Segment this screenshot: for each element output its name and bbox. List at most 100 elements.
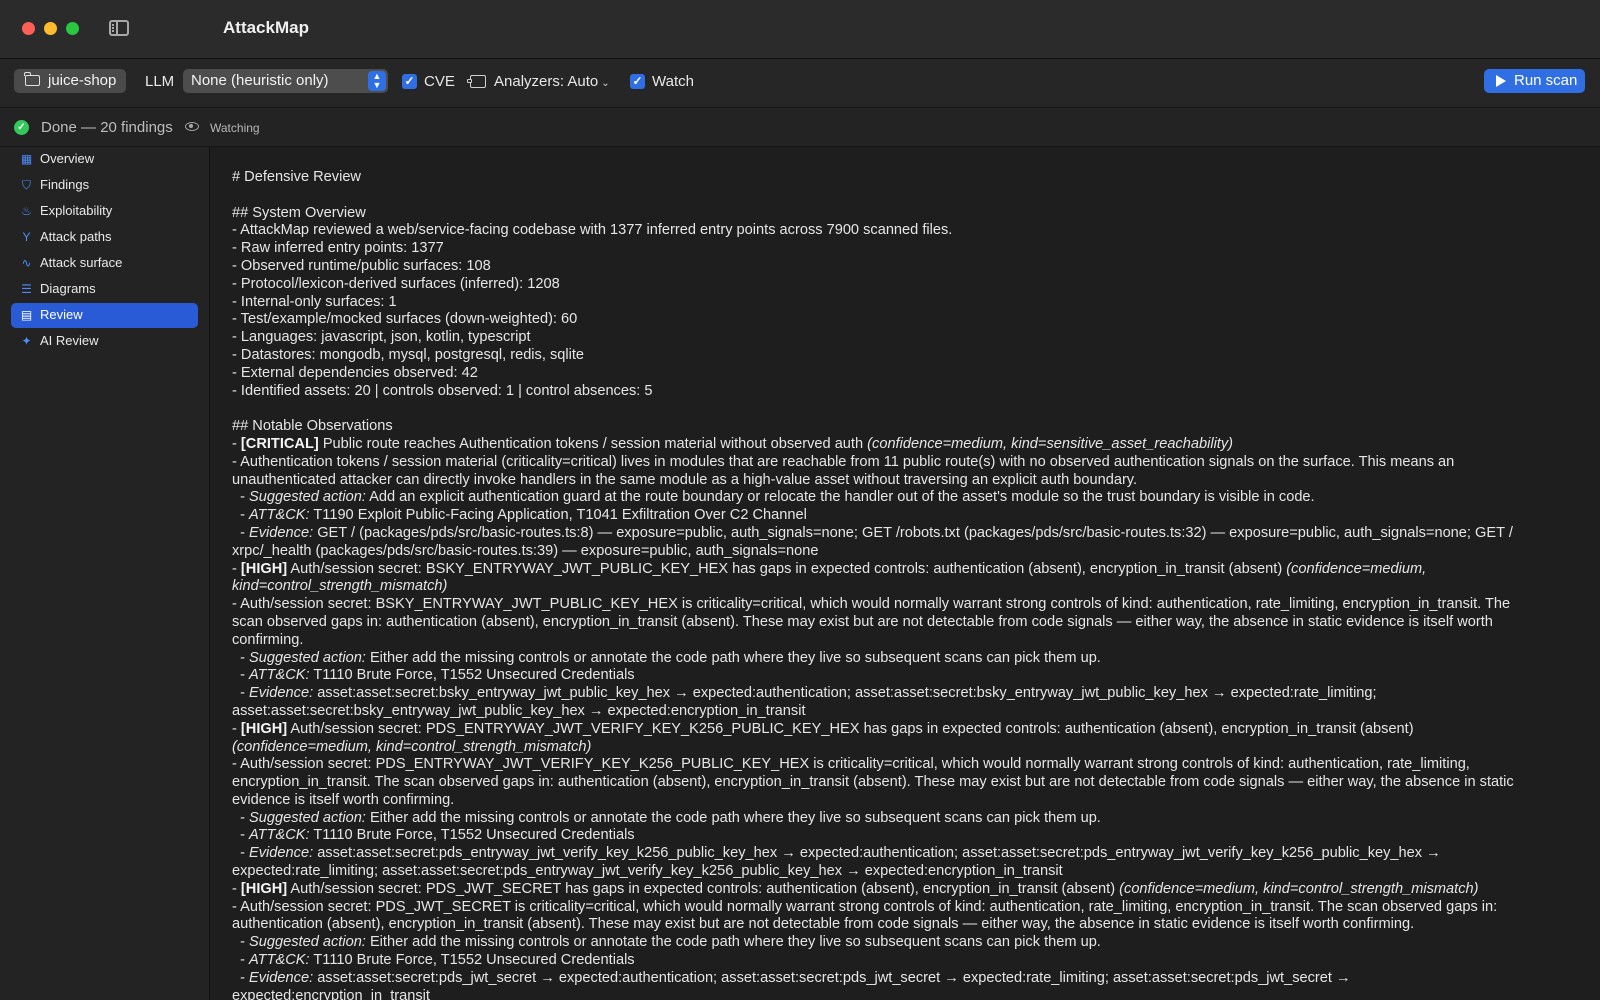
finding-meta: (confidence=medium, <box>1286 560 1427 577</box>
evidence-text: asset:asset:secret:pds_entryway_jwt_veri… <box>317 845 1441 862</box>
finding-title: Auth/session secret: BSKY_ENTRYWAY_JWT_P… <box>290 560 1283 577</box>
checkmark-circle-icon: ✓ <box>14 120 29 135</box>
overview-line: - Observed runtime/public surfaces: 108 <box>232 257 491 274</box>
cve-label: CVE <box>424 73 455 90</box>
finding-title-line: - [HIGH] Auth/session secret: PDS_JWT_SE… <box>232 880 1479 897</box>
finding-action: - Suggested action: Either add the missi… <box>232 649 1101 666</box>
severity-badge: [CRITICAL] <box>240 435 319 452</box>
finding-attack: - ATT&CK: T1110 Brute Force, T1552 Unsec… <box>232 667 635 684</box>
sidebar-item-attack-paths[interactable]: Y Attack paths <box>11 225 198 250</box>
llm-select[interactable]: None (heuristic only) ▲ ▼ <box>183 69 388 93</box>
sidebar-item-exploitability[interactable]: ♨ Exploitability <box>11 199 198 224</box>
diagram-icon: ☰ <box>21 282 32 296</box>
severity-badge: [HIGH] <box>240 720 288 737</box>
finding-meta: (confidence=medium, kind=control_strengt… <box>232 738 592 755</box>
overview-line: - Datastores: mongodb, mysql, postgresql… <box>232 346 585 363</box>
finding-description: unauthenticated attacker can directly in… <box>232 471 1138 488</box>
evidence-text: expected:rate_limiting; asset:asset:secr… <box>232 863 1063 880</box>
attack-label: ATT&CK: <box>249 667 310 684</box>
sidebar-item-label: Attack paths <box>40 229 112 244</box>
review-document: # Defensive Review ## System Overview - … <box>232 169 1582 1000</box>
sidebar: ▦ Overview ⛉ Findings ♨ Exploitability Y… <box>0 147 210 1000</box>
finding-description: confirming. <box>232 631 304 648</box>
finding-description: - Authentication tokens / session materi… <box>232 453 1455 470</box>
finding-description: - Auth/session secret: BSKY_ENTRYWAY_JWT… <box>232 596 1511 613</box>
analyzers-dropdown[interactable]: Analyzers: Auto ⌄ <box>494 73 610 90</box>
flame-icon: ♨ <box>21 204 32 218</box>
sidebar-item-diagrams[interactable]: ☰ Diagrams <box>11 277 198 302</box>
grid-icon: ▦ <box>20 152 33 166</box>
action-text: Either add the missing controls or annot… <box>369 934 1101 951</box>
action-label: Suggested action: <box>249 489 366 506</box>
overview-line: - Test/example/mocked surfaces (down-wei… <box>232 311 578 328</box>
finding-title: Auth/session secret: PDS_ENTRYWAY_JWT_VE… <box>290 720 1414 737</box>
finding-title: Auth/session secret: PDS_JWT_SECRET has … <box>290 880 1116 897</box>
llm-label: LLM <box>145 73 175 90</box>
attack-label: ATT&CK: <box>249 507 310 524</box>
finding-description: authentication (absent), encryption_in_t… <box>232 916 1415 933</box>
overview-line: - External dependencies observed: 42 <box>232 364 478 381</box>
finding-description: - Auth/session secret: PDS_JWT_SECRET is… <box>232 898 1498 915</box>
project-label: juice-shop <box>48 72 117 89</box>
watch-label: Watch <box>652 73 694 90</box>
review-heading: # Defensive Review <box>232 169 361 185</box>
action-text: Add an explicit authentication guard at … <box>369 489 1315 506</box>
finding-title-line: - [CRITICAL] Public route reaches Authen… <box>232 435 1234 452</box>
severity-badge: [HIGH] <box>240 560 288 577</box>
attack-text: T1110 Brute Force, T1552 Unsecured Crede… <box>313 827 635 844</box>
chevron-down-icon: ⌄ <box>601 78 610 89</box>
sparkles-icon: ✦ <box>21 334 32 348</box>
action-label: Suggested action: <box>249 649 366 666</box>
zoom-window-button[interactable] <box>66 22 79 35</box>
app-title: AttackMap <box>223 18 309 37</box>
run-scan-button[interactable]: Run scan <box>1484 69 1585 93</box>
overview-line: - Languages: javascript, json, kotlin, t… <box>232 329 531 346</box>
system-overview-heading: ## System Overview <box>232 204 366 221</box>
app-window: AttackMap juice-shop LLM None (heuristic… <box>0 0 1600 1000</box>
attack-label: ATT&CK: <box>249 952 310 969</box>
sidebar-item-ai-review[interactable]: ✦ AI Review <box>11 329 198 354</box>
finding-description: scan observed gaps in: authentication (a… <box>232 613 1493 630</box>
finding-meta: (confidence=medium, kind=sensitive_asset… <box>867 435 1234 452</box>
evidence-text: GET / (packages/pds/src/basic-routes.ts:… <box>317 524 1513 541</box>
analyzers-icon <box>467 75 486 88</box>
document-icon: ▤ <box>20 308 33 322</box>
up-down-chevron-icon: ▲ ▼ <box>368 71 386 91</box>
project-button[interactable]: juice-shop <box>14 69 127 93</box>
close-window-button[interactable] <box>22 22 35 35</box>
overview-line: - Identified assets: 20 | controls obser… <box>232 382 653 399</box>
evidence-label: Evidence: <box>249 524 314 541</box>
evidence-text: asset:asset:secret:bsky_entryway_jwt_pub… <box>232 702 806 719</box>
eye-icon <box>185 122 199 131</box>
evidence-text: expected:encryption_in_transit <box>232 987 430 1000</box>
overview-line: - Protocol/lexicon-derived surfaces (inf… <box>232 275 560 292</box>
watching-indicator: Watching <box>210 121 260 135</box>
sidebar-toggle-icon[interactable] <box>109 20 129 36</box>
watch-checkbox[interactable]: ✓ <box>630 74 645 89</box>
status-bar: ✓ Done — 20 findings Watching <box>0 108 1600 147</box>
finding-title-line: - [HIGH] Auth/session secret: BSKY_ENTRY… <box>232 560 1427 577</box>
branch-icon: Y <box>22 230 31 244</box>
attack-label: ATT&CK: <box>249 827 310 844</box>
finding-evidence: - Evidence: GET / (packages/pds/src/basi… <box>232 524 1513 541</box>
finding-description: - Auth/session secret: PDS_ENTRYWAY_JWT_… <box>232 756 1470 773</box>
finding-attack: - ATT&CK: T1110 Brute Force, T1552 Unsec… <box>232 952 635 969</box>
route-icon: ∿ <box>21 256 32 270</box>
sidebar-item-attack-surface[interactable]: ∿ Attack surface <box>11 251 198 276</box>
finding-action: - Suggested action: Add an explicit auth… <box>232 489 1315 506</box>
finding-attack: - ATT&CK: T1110 Brute Force, T1552 Unsec… <box>232 827 635 844</box>
sidebar-item-label: Exploitability <box>40 203 113 218</box>
sidebar-item-label: Diagrams <box>40 281 96 296</box>
sidebar-item-findings[interactable]: ⛉ Findings <box>11 173 198 198</box>
severity-badge: [HIGH] <box>240 880 288 897</box>
minimize-window-button[interactable] <box>44 22 57 35</box>
cve-checkbox[interactable]: ✓ <box>402 74 417 89</box>
finding-meta: kind=control_strength_mismatch) <box>232 578 448 595</box>
evidence-text: xrpc/_health (packages/pds/src/basic-rou… <box>232 542 819 559</box>
sidebar-item-overview[interactable]: ▦ Overview <box>11 147 198 172</box>
evidence-label: Evidence: <box>249 685 314 702</box>
attack-text: T1110 Brute Force, T1552 Unsecured Crede… <box>313 952 635 969</box>
sidebar-item-review[interactable]: ▤ Review <box>11 303 198 328</box>
attack-text: T1190 Exploit Public-Facing Application,… <box>313 507 807 524</box>
attack-text: T1110 Brute Force, T1552 Unsecured Crede… <box>313 667 635 684</box>
